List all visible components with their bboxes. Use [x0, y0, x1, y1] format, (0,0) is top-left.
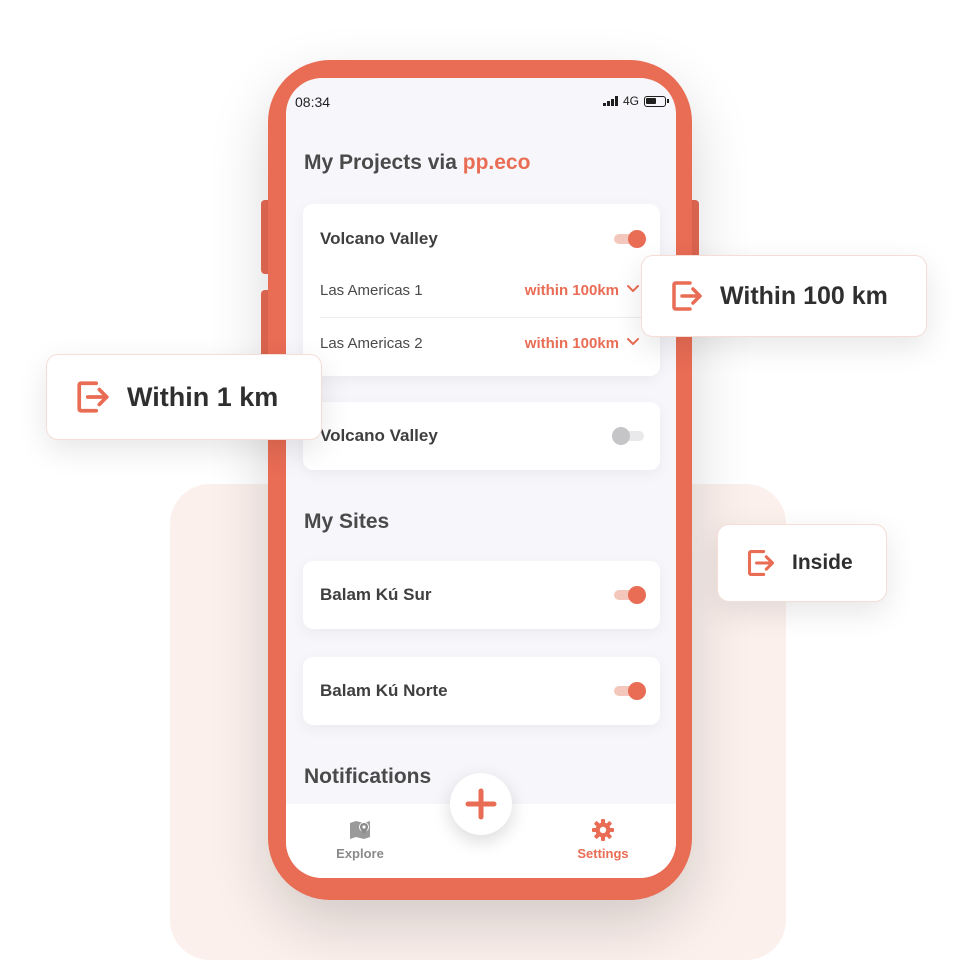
- project-toggle[interactable]: [612, 427, 644, 445]
- site-row: Las Americas 2 within 100km: [320, 319, 643, 371]
- site-toggle[interactable]: [614, 682, 646, 700]
- enter-icon: [747, 549, 775, 577]
- tab-settings[interactable]: Settings: [568, 818, 638, 861]
- chevron-down-icon[interactable]: [625, 333, 641, 349]
- sites-section-title: My Sites: [304, 510, 390, 533]
- callout-within-1km: Within 1 km: [46, 354, 322, 440]
- site-row-name: Las Americas 1: [320, 282, 423, 299]
- pp-eco-link[interactable]: pp.eco: [463, 151, 531, 174]
- chevron-down-icon[interactable]: [625, 280, 641, 296]
- project-name: Volcano Valley: [320, 229, 438, 248]
- project-card: Volcano Valley: [303, 402, 660, 470]
- tab-explore-label: Explore: [336, 846, 384, 861]
- radius-dropdown[interactable]: within 100km: [525, 282, 619, 299]
- callout-inside: Inside: [717, 524, 887, 602]
- callout-label: Inside: [792, 551, 853, 574]
- site-name: Balam Kú Sur: [320, 585, 432, 604]
- projects-title-prefix: My Projects via: [304, 151, 457, 174]
- radius-dropdown[interactable]: within 100km: [525, 335, 619, 352]
- plus-icon: [465, 788, 497, 820]
- status-time: 08:34: [295, 94, 331, 110]
- map-pin-icon: [350, 821, 370, 839]
- callout-label: Within 100 km: [720, 281, 888, 310]
- site-toggle[interactable]: [614, 586, 646, 604]
- project-name: Volcano Valley: [320, 426, 438, 445]
- row-divider: [320, 317, 643, 318]
- site-card: Balam Kú Sur: [303, 561, 660, 629]
- enter-icon: [77, 381, 109, 413]
- site-row-name: Las Americas 2: [320, 335, 423, 352]
- gear-icon: [592, 819, 614, 841]
- notifications-section-title: Notifications: [304, 765, 432, 788]
- site-row: Las Americas 1 within 100km: [320, 266, 643, 318]
- add-button[interactable]: [450, 773, 512, 835]
- phone-screen: 08:34 4G My Projects via pp.eco Volcano …: [286, 78, 676, 878]
- tab-settings-label: Settings: [577, 846, 629, 861]
- callout-label: Within 1 km: [127, 381, 279, 412]
- project-toggle[interactable]: [614, 230, 646, 248]
- callout-within-100km: Within 100 km: [641, 255, 927, 337]
- status-bar: 08:34 4G: [286, 78, 676, 124]
- enter-icon: [672, 281, 702, 311]
- network-label: 4G: [622, 94, 639, 108]
- tab-explore[interactable]: Explore: [325, 818, 395, 861]
- signal-icon: [602, 96, 618, 106]
- site-card: Balam Kú Norte: [303, 657, 660, 725]
- project-card: Volcano Valley Las Americas 1 within 100…: [303, 204, 660, 376]
- site-name: Balam Kú Norte: [320, 681, 448, 700]
- projects-section-title: My Projects via pp.eco: [304, 151, 530, 175]
- battery-icon: [644, 95, 669, 107]
